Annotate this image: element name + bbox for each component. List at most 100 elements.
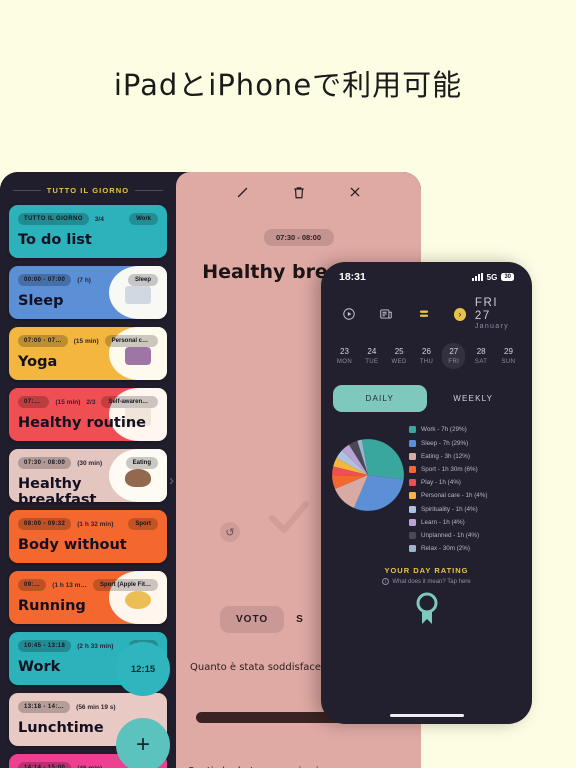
- date-number: 29: [504, 347, 513, 357]
- day-rating-section: YOUR DAY RATING i What does it mean? Tap…: [321, 566, 532, 630]
- date-cell-fri[interactable]: 27 FRI: [442, 343, 466, 370]
- card-meta: 07:00 - 07… (15 min) Personal care: [18, 335, 158, 347]
- date-number: 27: [449, 347, 459, 357]
- card-time: 14:14 - 15:00: [18, 762, 72, 768]
- news-icon[interactable]: [374, 307, 398, 321]
- activity-card[interactable]: 00:00 - 07:00 (7 h) Sleep Sleep: [9, 266, 167, 319]
- card-tag: Personal care: [104, 335, 158, 347]
- card-time: 08:00 - 09:32: [18, 518, 72, 530]
- rating-subtitle: What does it mean? Tap here: [392, 578, 471, 585]
- card-meta: 00:00 - 07:00 (7 h) Sleep: [18, 274, 158, 286]
- card-duration: (2 h 33 min): [77, 642, 114, 650]
- legend-swatch: [409, 492, 416, 500]
- legend-swatch: [409, 518, 416, 526]
- legend-swatch: [409, 452, 416, 460]
- legend-item: Spirituality - 1h (4%): [409, 505, 524, 513]
- card-tag: Work: [129, 213, 158, 225]
- card-meta: 09:… (1 h 13 m… Sport (Apple Fit…: [18, 579, 158, 591]
- card-fraction: 3/4: [94, 215, 104, 223]
- current-time-fab[interactable]: 12:15: [116, 642, 170, 696]
- card-time: 09:…: [18, 579, 47, 591]
- legend-swatch: [409, 531, 416, 539]
- skip-button[interactable]: S: [296, 614, 303, 625]
- timer-icon[interactable]: [337, 307, 361, 321]
- legend-label: Unplanned - 1h (4%): [421, 531, 480, 539]
- delete-icon[interactable]: [292, 185, 306, 203]
- page-title: iPadとiPhoneで利用可能: [113, 68, 463, 102]
- legend-label: Sleep - 7h (29%): [421, 439, 469, 447]
- energy-question: Senti che la tua energia sia aum rimasta…: [188, 764, 421, 768]
- card-duration: (15 min): [73, 337, 99, 345]
- next-day-icon[interactable]: ›: [453, 307, 466, 321]
- date-weekday: WED: [391, 359, 407, 366]
- signal-icon: [471, 273, 483, 281]
- card-meta: 08:00 - 09:32 (1 h 32 min) Sport: [18, 518, 158, 530]
- card-time: 07:30 - 08:00: [18, 457, 72, 469]
- card-title: Yoga: [18, 354, 58, 370]
- card-time: TUTTO IL GIORNO: [18, 213, 89, 225]
- card-tag: Sport: [128, 518, 158, 530]
- legend-label: Spirituality - 1h (4%): [421, 505, 478, 513]
- card-fraction: 2/3: [86, 398, 96, 406]
- tab-weekly[interactable]: WEEKLY: [427, 385, 521, 412]
- card-time: 10:45 - 13:18: [18, 640, 72, 652]
- card-time: 07:1…: [18, 396, 50, 408]
- activity-card[interactable]: 08:00 - 09:32 (1 h 32 min) Sport Body witho…: [9, 510, 167, 563]
- card-duration: (1 h 32 min): [77, 520, 114, 528]
- date-weekday: TUE: [365, 359, 379, 366]
- date-cell-sun[interactable]: 29 SUN: [497, 343, 520, 369]
- network-label: 5G: [486, 272, 498, 282]
- date-number: 25: [394, 347, 404, 357]
- date-cell-tue[interactable]: 24 TUE: [360, 343, 383, 369]
- card-title: Body without: [18, 537, 127, 553]
- date-cell-sat[interactable]: 28 SAT: [470, 343, 493, 369]
- date-cell-wed[interactable]: 25 WED: [388, 343, 411, 369]
- edit-icon[interactable]: [235, 185, 250, 203]
- day-label: FRI 27: [474, 297, 499, 323]
- card-duration: (1 h 13 m…: [52, 581, 87, 589]
- expand-chevron-icon[interactable]: ›: [169, 472, 174, 489]
- card-tag: Eating: [125, 457, 158, 469]
- activity-card[interactable]: 09:… (1 h 13 m… Sport (Apple Fit… Running: [9, 571, 167, 624]
- date-weekday: FRI: [448, 359, 460, 366]
- legend-label: Eating - 3h (12%): [421, 452, 471, 460]
- sidebar: TUTTO IL GIORNO TUTTO IL GIORNO 3/4 Work To…: [0, 172, 176, 768]
- legend-swatch: [409, 466, 416, 474]
- activity-card[interactable]: TUTTO IL GIORNO 3/4 Work To do list: [9, 205, 167, 258]
- divider-left: [13, 190, 41, 191]
- legend-label: Play - 1h (4%): [421, 479, 461, 487]
- phone-nav-row: › FRI 27 January: [321, 283, 532, 331]
- card-title: Running: [18, 598, 86, 614]
- activity-card[interactable]: 07:1… (15 min) 2/3 Self-awareness Healthy ro…: [9, 388, 167, 441]
- legend-item: Personal care - 1h (4%): [409, 492, 524, 500]
- legend-swatch: [409, 479, 416, 487]
- status-indicators: 5G 30: [471, 272, 514, 282]
- stack-icon[interactable]: [412, 307, 436, 321]
- date-strip: 23 MON 24 TUE 25 WED 26 THU 27 FRI 28 SAT 29 SUN: [321, 331, 532, 370]
- legend-label: Relax - 30m (2%): [421, 545, 470, 553]
- date-cell-thu[interactable]: 26 THU: [415, 343, 438, 369]
- medal-icon: [416, 592, 437, 625]
- date-weekday: THU: [419, 359, 434, 366]
- detail-toolbar: [176, 172, 421, 203]
- battery-icon: 30: [501, 273, 514, 281]
- rating-subtitle-row[interactable]: i What does it mean? Tap here: [321, 578, 532, 586]
- date-number: 24: [367, 347, 377, 357]
- info-icon: i: [382, 578, 390, 586]
- tab-daily[interactable]: DAILY: [333, 385, 427, 413]
- vote-button[interactable]: VOTO: [220, 606, 285, 633]
- card-duration: (30 min): [77, 459, 103, 467]
- activity-card[interactable]: 07:30 - 08:00 (30 min) Eating Healthy break…: [9, 449, 167, 502]
- close-icon[interactable]: [348, 185, 362, 203]
- iphone-frame: 18:31 5G 30 › FRI 27 January 23 MON 24 TUE 2…: [321, 262, 532, 724]
- card-duration: (56 min 19 s): [76, 703, 116, 711]
- legend-label: Sport - 1h 30m (6%): [421, 466, 478, 474]
- chart-legend: Work - 7h (29%) Sleep - 7h (29%) Eating - …: [409, 424, 524, 558]
- legend-swatch: [409, 545, 416, 553]
- add-activity-fab[interactable]: +: [116, 718, 170, 768]
- activity-card[interactable]: 07:00 - 07… (15 min) Personal care Yoga: [9, 327, 167, 380]
- legend-item: Work - 7h (29%): [409, 426, 524, 434]
- undo-icon[interactable]: ↺: [220, 522, 240, 542]
- date-cell-mon[interactable]: 23 MON: [333, 343, 356, 369]
- divider-right: [135, 190, 164, 191]
